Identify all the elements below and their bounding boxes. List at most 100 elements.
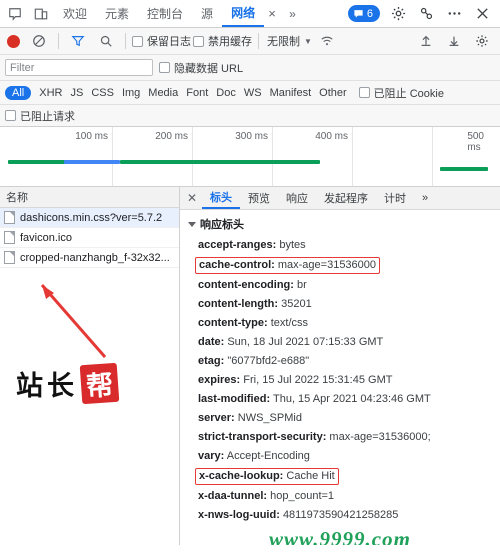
tab-timing[interactable]: 计时 xyxy=(376,187,414,209)
type-filter-other[interactable]: Other xyxy=(319,87,347,99)
request-row-dashicons[interactable]: dashicons.min.css?ver=5.7.2 xyxy=(0,208,179,228)
request-details-pane: ✕ 标头 预览 响应 发起程序 计时 » 响应标头 accept-ranges:… xyxy=(180,187,500,545)
tab-network[interactable]: 网络 xyxy=(222,0,265,27)
tabbar-right-actions xyxy=(385,1,498,27)
header-value: hop_count=1 xyxy=(270,490,335,502)
blocked-requests-checkbox[interactable]: 已阻止请求 xyxy=(5,108,75,124)
header-value: Accept-Encoding xyxy=(226,450,310,462)
search-icon[interactable] xyxy=(93,28,119,54)
close-icon[interactable]: × xyxy=(264,6,280,22)
timeline-gridline xyxy=(112,127,113,186)
header-value: Thu, 15 Apr 2021 04:23:46 GMT xyxy=(272,393,431,405)
tab-overflow[interactable]: » xyxy=(280,0,305,27)
tab-welcome[interactable]: 欢迎 xyxy=(54,0,96,27)
inspect-icon[interactable] xyxy=(2,1,28,27)
header-key: x-cache-lookup: xyxy=(199,470,284,482)
device-toolbar-icon[interactable] xyxy=(28,1,54,27)
throttling-select[interactable]: 无限制 xyxy=(265,33,302,49)
type-filter-css[interactable]: CSS xyxy=(91,87,114,99)
hide-data-urls-checkbox[interactable]: 隐藏数据 URL xyxy=(159,60,243,76)
blocked-requests-row: 已阻止请求 xyxy=(0,105,500,127)
page-watermark: www.9999.com xyxy=(269,527,411,545)
network-toolbar: 保留日志 禁用缓存 无限制 ▼ xyxy=(0,28,500,55)
watermark-badge: 帮 xyxy=(79,362,120,404)
request-name: dashicons.min.css?ver=5.7.2 xyxy=(20,211,163,224)
hide-data-urls-label: 隐藏数据 URL xyxy=(174,62,244,75)
watermark-char-1: 站 xyxy=(16,370,45,401)
tab-response[interactable]: 响应 xyxy=(278,187,316,209)
wifi-icon[interactable] xyxy=(314,28,340,54)
resource-type-row: All XHR JS CSS Img Media Font Doc WS Man… xyxy=(0,81,500,105)
type-filter-img[interactable]: Img xyxy=(122,87,140,99)
type-filter-all[interactable]: All xyxy=(5,85,32,100)
toolbar-divider-2 xyxy=(125,33,126,49)
preserve-log-checkbox[interactable]: 保留日志 xyxy=(132,33,191,49)
clear-icon[interactable] xyxy=(26,28,52,54)
annotation-arrow-icon xyxy=(40,284,107,358)
issues-badge[interactable]: 6 xyxy=(347,5,380,22)
tab-initiator[interactable]: 发起程序 xyxy=(316,187,376,209)
tab-elements[interactable]: 元素 xyxy=(96,0,138,27)
header-key: vary: xyxy=(198,450,225,462)
type-filter-font[interactable]: Font xyxy=(186,87,208,99)
tab-preview[interactable]: 预览 xyxy=(240,187,278,209)
timeline-tick-label: 200 ms xyxy=(155,131,188,142)
header-key: x-nws-log-uuid: xyxy=(198,509,280,521)
timeline-tick-label: 500 ms xyxy=(467,131,484,153)
filter-input[interactable]: Filter xyxy=(5,59,153,76)
details-tabs-overflow[interactable]: » xyxy=(414,187,436,209)
type-filter-media[interactable]: Media xyxy=(148,87,178,99)
filter-icon[interactable] xyxy=(65,28,91,54)
close-details-icon[interactable]: ✕ xyxy=(182,187,202,209)
close-devtools-icon[interactable] xyxy=(469,1,495,27)
header-key: accept-ranges: xyxy=(198,239,277,251)
overview-bar xyxy=(8,160,66,164)
header-x-cache-lookup: x-cache-lookup: Cache Hit xyxy=(180,466,500,487)
header-value: NWS_SPMid xyxy=(237,412,302,424)
tab-sources[interactable]: 源 xyxy=(192,0,222,27)
tab-console[interactable]: 控制台 xyxy=(138,0,192,27)
network-overview[interactable]: 100 ms 200 ms 300 ms 400 ms 500 ms xyxy=(0,127,500,187)
tab-headers[interactable]: 标头 xyxy=(202,187,240,209)
import-har-icon[interactable] xyxy=(413,28,439,54)
header-server: server: NWS_SPMid xyxy=(180,409,500,428)
response-headers-section[interactable]: 响应标头 xyxy=(180,216,500,236)
export-har-icon[interactable] xyxy=(441,28,467,54)
header-value: 4811973590421258285 xyxy=(282,509,399,521)
network-settings-icon[interactable] xyxy=(469,28,495,54)
settings-gear-icon[interactable] xyxy=(385,1,411,27)
type-filter-ws[interactable]: WS xyxy=(244,87,262,99)
header-expires: expires: Fri, 15 Jul 2022 15:31:45 GMT xyxy=(180,371,500,390)
chevron-down-icon[interactable]: ▼ xyxy=(304,37,312,46)
request-row-cropped[interactable]: cropped-nanzhangb_f-32x32... xyxy=(0,248,179,268)
more-tools-icon[interactable] xyxy=(413,1,439,27)
header-x-nws-log-uuid: x-nws-log-uuid: 4811973590421258285 xyxy=(180,506,500,525)
type-filter-xhr[interactable]: XHR xyxy=(39,87,62,99)
header-key: server: xyxy=(198,412,235,424)
type-filter-doc[interactable]: Doc xyxy=(216,87,236,99)
header-strict-transport-security: strict-transport-security: max-age=31536… xyxy=(180,428,500,447)
request-list-header: 名称 xyxy=(0,187,179,208)
header-key: content-encoding: xyxy=(198,279,294,291)
timeline-gridline xyxy=(192,127,193,186)
overview-bar xyxy=(440,167,488,171)
disable-cache-checkbox[interactable]: 禁用缓存 xyxy=(193,33,252,49)
chevron-down-icon[interactable] xyxy=(188,221,196,227)
highlight-box: cache-control: max-age=31536000 xyxy=(195,257,381,274)
record-button[interactable] xyxy=(7,34,20,48)
css-file-icon xyxy=(4,211,15,224)
blocked-cookies-checkbox[interactable]: 已阻止 Cookie xyxy=(358,85,444,101)
more-options-icon[interactable] xyxy=(441,1,467,27)
timeline-gridline xyxy=(432,127,433,186)
headers-panel: 响应标头 accept-ranges: bytes cache-control:… xyxy=(180,210,500,545)
timeline-tick-label: 100 ms xyxy=(75,131,108,142)
header-value: "6077bfd2-e688" xyxy=(227,355,310,367)
timeline-tick-label: 400 ms xyxy=(315,131,348,142)
header-value: Cache Hit xyxy=(286,470,335,482)
checkbox-box xyxy=(132,35,143,47)
type-filter-js[interactable]: JS xyxy=(70,87,83,99)
request-row-favicon[interactable]: favicon.ico xyxy=(0,228,179,248)
checkbox-box xyxy=(358,87,370,98)
header-vary: vary: Accept-Encoding xyxy=(180,447,500,466)
type-filter-manifest[interactable]: Manifest xyxy=(270,87,312,99)
